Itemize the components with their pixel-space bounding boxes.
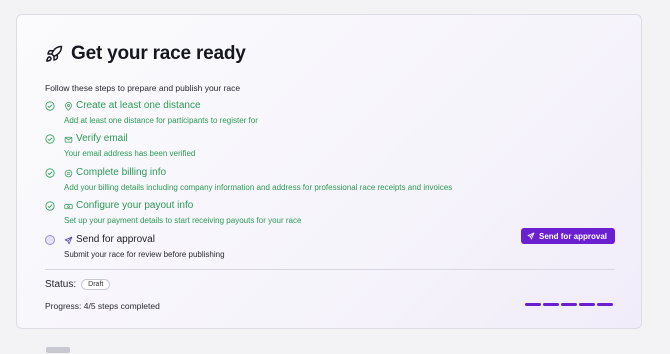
- step-label: Verify email: [76, 133, 128, 144]
- rocket-icon: [46, 45, 63, 62]
- step-label: Configure your payout info: [76, 200, 194, 211]
- step-create-distance: Create at least one distance Add at leas…: [45, 100, 615, 134]
- send-for-approval-button[interactable]: Send for approval: [520, 228, 615, 244]
- check-circle-icon: [45, 134, 55, 144]
- step-label: Complete billing info: [76, 167, 167, 178]
- page-title: Get your race ready: [71, 43, 246, 64]
- step-billing-info: Complete billing info Add your billing d…: [45, 167, 615, 201]
- intro-text: Follow these steps to prepare and publis…: [45, 83, 241, 93]
- check-circle-icon: [45, 101, 55, 111]
- check-circle-icon: [45, 168, 55, 178]
- step-description: Set up your payment details to start rec…: [64, 216, 302, 225]
- check-circle-icon: [45, 201, 55, 211]
- progress-text: Progress: 4/5 steps completed: [45, 301, 160, 311]
- step-description: Add your billing details including compa…: [64, 183, 453, 192]
- progress-segment: [579, 303, 595, 306]
- banknote-icon: [64, 204, 73, 210]
- progress-segment: [561, 303, 577, 306]
- button-label: Send for approval: [538, 231, 607, 241]
- map-pin-icon: [65, 102, 72, 111]
- send-icon: [527, 232, 535, 240]
- pending-step-indicator: [45, 235, 55, 245]
- step-label: Create at least one distance: [76, 100, 201, 111]
- step-description: Submit your race for review before publi…: [64, 250, 225, 259]
- receipt-icon: [64, 169, 73, 178]
- step-description: Your email address has been verified: [64, 149, 196, 158]
- race-setup-card: Get your race ready Follow these steps t…: [16, 14, 642, 329]
- step-label: Send for approval: [76, 234, 155, 245]
- progress-segment: [525, 303, 541, 306]
- mail-icon: [64, 136, 73, 143]
- next-section-heading-fragment: [46, 347, 70, 353]
- status-label: Status:: [45, 279, 77, 290]
- progress-indicator: [525, 303, 613, 306]
- step-verify-email: Verify email Your email address has been…: [45, 133, 615, 167]
- step-send-approval: Send for approval Submit your race for r…: [45, 228, 615, 268]
- step-description: Add at least one distance for participan…: [64, 116, 258, 125]
- status-badge: Draft: [81, 279, 111, 290]
- send-icon: [64, 236, 73, 245]
- card-header: Get your race ready: [45, 43, 246, 65]
- progress-segment: [543, 303, 559, 306]
- progress-segment: [597, 303, 613, 306]
- status-row: Status: Draft: [45, 279, 111, 290]
- divider: [45, 269, 615, 270]
